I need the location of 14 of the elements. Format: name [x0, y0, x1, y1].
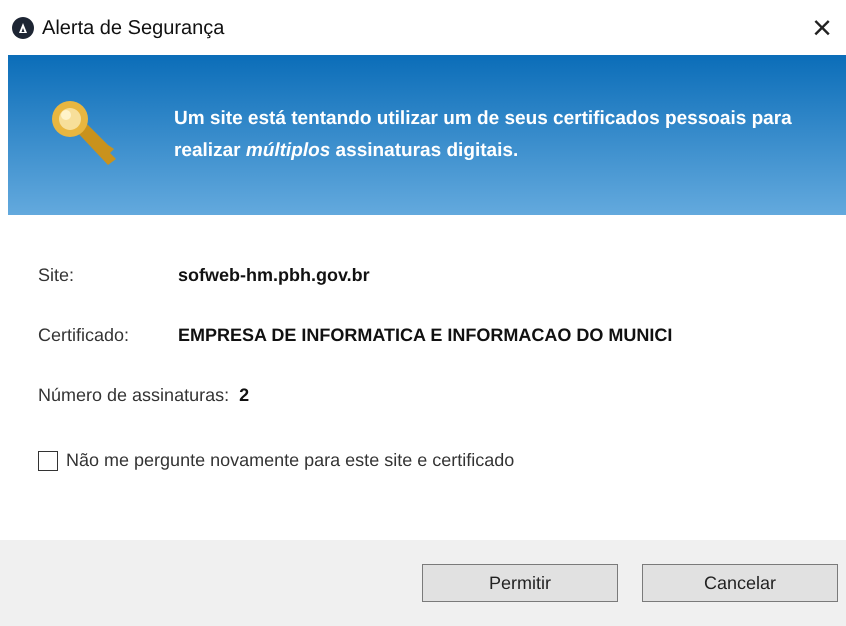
dialog-button[interactable]: Cancelar — [642, 564, 838, 602]
field-value: EMPRESA DE INFORMATICA E INFORMACAO DO MUNICI — [178, 324, 672, 346]
banner-message: Um site está tentando utilizar um de seus certificados pessoais para realizar múltiplos assinaturas digitais. — [174, 107, 793, 163]
window-title: Alerta de Segurança — [42, 16, 224, 40]
field-label: Certificado: — [38, 324, 130, 346]
field-value: 2 — [239, 384, 250, 406]
checkbox[interactable] — [38, 450, 58, 470]
field-value: sofweb-hm.pbh.gov.br — [178, 264, 370, 287]
checkbox-label: Não me pergunte novamente para este site e certificado — [66, 449, 514, 472]
field-label: Número de assinaturas: — [38, 384, 230, 406]
close-button[interactable]: × — [798, 10, 846, 44]
app-logo-icon — [12, 16, 34, 38]
dialog-button[interactable]: Permitir — [422, 564, 618, 602]
field-label: Site: — [38, 264, 76, 286]
